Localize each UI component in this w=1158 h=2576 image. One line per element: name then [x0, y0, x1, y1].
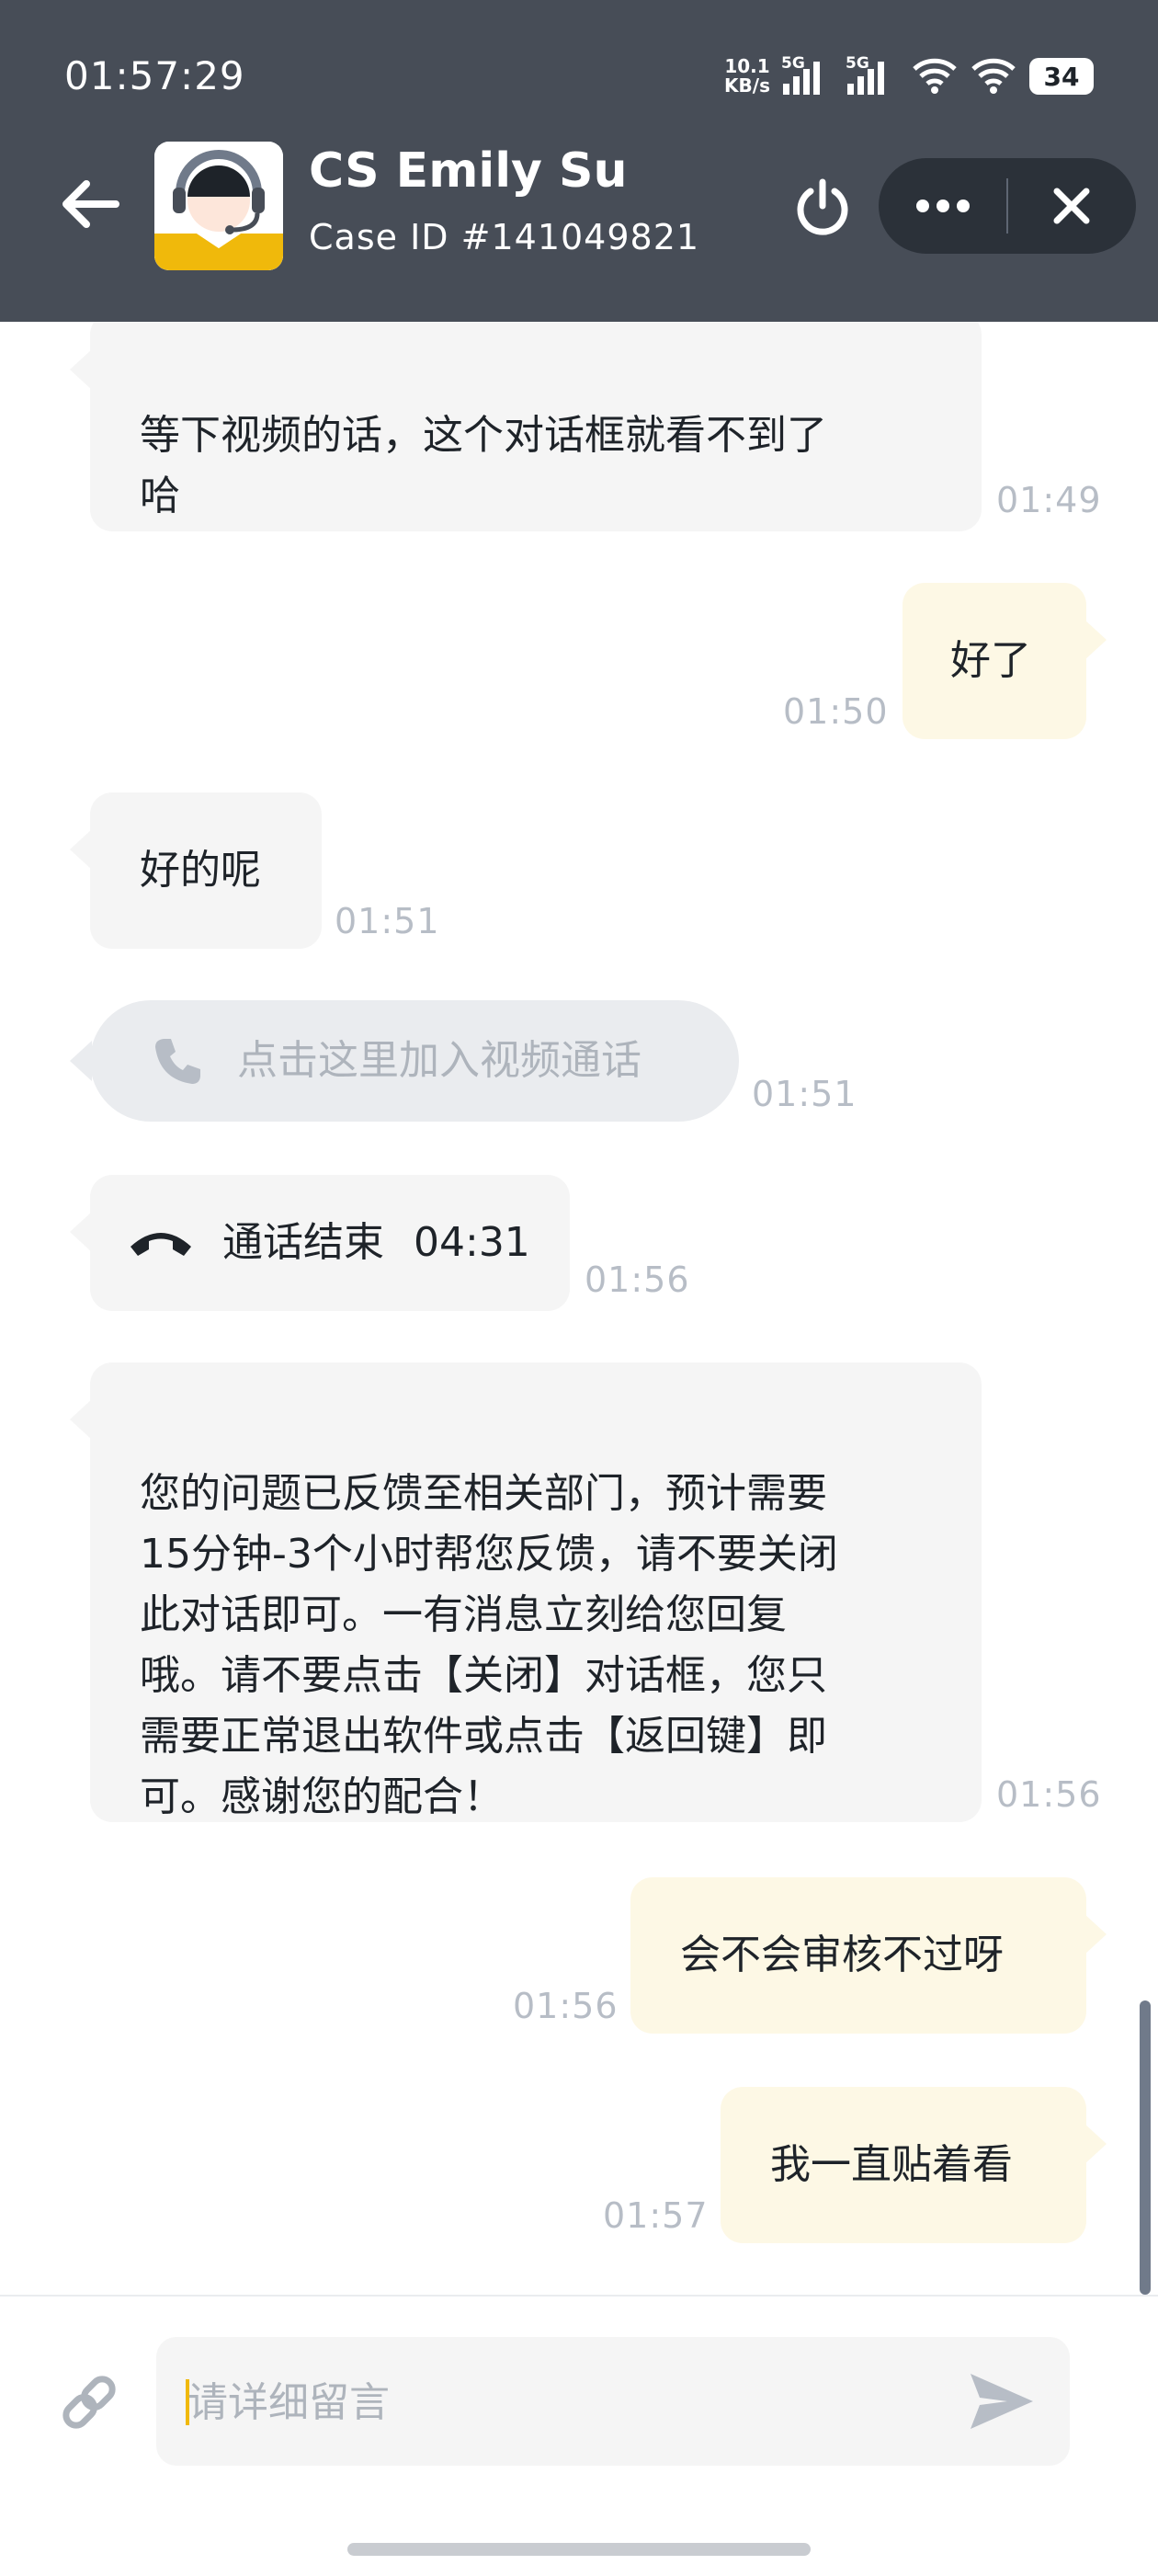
message-time: 01:51	[752, 1074, 857, 1114]
wifi-icon	[971, 58, 1016, 94]
join-video-call-button[interactable]: 点击这里加入视频通话	[70, 1000, 739, 1122]
message-text: 好的呢	[140, 847, 261, 894]
network-speed: 10.1 KB/s	[724, 57, 770, 96]
scrollbar[interactable]	[1140, 2000, 1151, 2295]
close-icon	[1053, 188, 1090, 224]
message-input-wrapper	[156, 2337, 1070, 2468]
call-ended-card: 通话结束 04:31	[70, 1175, 570, 1311]
case-id: Case ID #141049821	[309, 217, 700, 257]
more-button[interactable]	[879, 158, 1006, 254]
message-bubble: 您的问题已反馈至相关部门，预计需要 15分钟-3个小时帮您反馈，请不要关闭 此对…	[70, 1362, 982, 1822]
hangup-icon	[131, 1233, 191, 1256]
call-ended-label: 通话结束	[222, 1219, 384, 1266]
support-agent-avatar	[154, 142, 283, 270]
agent-avatar	[154, 142, 283, 270]
send-button[interactable]	[965, 2366, 1039, 2436]
message-text: 我一直贴着看	[770, 2141, 1013, 2188]
message-time: 01:56	[585, 1260, 690, 1300]
network-speed-text: 10.1 KB/s	[724, 55, 770, 97]
message-bubble: 等下视频的话，这个对话框就看不到了 哈	[70, 322, 982, 531]
message-list[interactable]: 等下视频的话，这个对话框就看不到了 哈 01:49 好了 01:50 好的呢 0…	[0, 322, 1158, 2295]
message-input[interactable]	[186, 2337, 961, 2468]
mini-program-capsule	[879, 158, 1136, 254]
message-time: 01:50	[783, 691, 889, 732]
more-dots-icon	[915, 199, 970, 212]
message-bubble: 我一直贴着看	[721, 2087, 1107, 2243]
agent-name: CS Emily Su	[309, 143, 628, 199]
message-text: 会不会审核不过呀	[680, 1932, 1004, 1978]
message-time: 01:56	[513, 1986, 619, 2026]
message-time: 01:49	[996, 480, 1102, 520]
status-icons: 10.1 KB/s 5G 5G 34	[724, 53, 1094, 99]
phone-icon	[155, 1039, 200, 1084]
signal-label: 5G	[781, 54, 805, 73]
power-icon	[797, 178, 848, 235]
back-button[interactable]	[57, 177, 121, 232]
battery-indicator: 34	[1029, 58, 1094, 95]
end-chat-button[interactable]	[790, 175, 855, 239]
attach-button[interactable]	[57, 2370, 121, 2434]
message-bubble: 好的呢	[70, 792, 322, 949]
link-icon	[62, 2376, 116, 2429]
call-duration: 04:31	[414, 1219, 530, 1266]
send-icon	[971, 2374, 1033, 2429]
message-time: 01:51	[335, 901, 440, 941]
message-text: 您的问题已反馈至相关部门，预计需要 15分钟-3个小时帮您反馈，请不要关闭 此对…	[140, 1470, 838, 1820]
arrow-left-icon	[62, 180, 119, 228]
status-time: 01:57:29	[64, 53, 245, 98]
message-time: 01:56	[996, 1774, 1102, 1815]
close-button[interactable]	[1008, 158, 1136, 254]
signal-icon: 5G	[781, 54, 834, 95]
signal-icon: 5G	[846, 54, 899, 95]
home-indicator	[347, 2543, 811, 2556]
message-bubble: 好了	[903, 583, 1107, 739]
signal-label: 5G	[846, 54, 869, 73]
message-time: 01:57	[603, 2195, 709, 2236]
message-text: 等下视频的话，这个对话框就看不到了 哈	[140, 412, 827, 519]
composer-bar	[0, 2295, 1158, 2576]
message-text: 好了	[950, 637, 1031, 684]
message-bubble: 会不会审核不过呀	[630, 1877, 1107, 2034]
call-invite-text: 点击这里加入视频通话	[237, 1037, 641, 1084]
wifi-icon	[913, 58, 957, 94]
chat-header: 01:57:29 10.1 KB/s 5G 5G 34 CS Emily Su …	[0, 0, 1158, 322]
